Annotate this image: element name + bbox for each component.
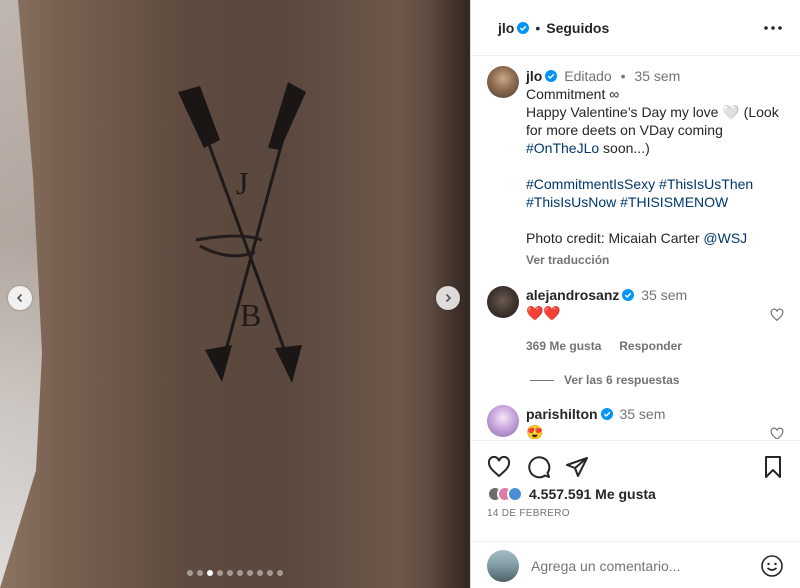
caption-body: jlo Editado • 35 sem Commitment ∞ Happy … xyxy=(526,66,784,269)
caption-line: Happy Valentine’s Day my love 🤍 (Look fo… xyxy=(526,104,779,138)
comment-age: 35 sem xyxy=(641,287,688,303)
carousel-indicator xyxy=(0,570,470,576)
liker-avatar xyxy=(507,486,523,502)
comment-input[interactable] xyxy=(531,557,760,574)
emoji-icon[interactable] xyxy=(760,554,784,578)
translate-link[interactable]: Ver traducción xyxy=(526,251,784,269)
view-replies-button[interactable]: Ver las 6 respuestas xyxy=(530,371,770,389)
likes-summary[interactable]: 4.557.591 Me gusta xyxy=(487,486,656,502)
comment-text: ❤️❤️ xyxy=(526,305,561,321)
commenter-username[interactable]: parishilton xyxy=(526,406,598,422)
tattoo-letter-b: B xyxy=(240,297,261,333)
post-age: 35 sem xyxy=(634,68,681,84)
comment-age: 35 sem xyxy=(619,406,666,422)
hashtags-line[interactable]: #CommitmentIsSexy #ThisIsUsThen xyxy=(526,175,784,193)
caption: jlo Editado • 35 sem Commitment ∞ Happy … xyxy=(471,66,800,269)
add-comment-bar xyxy=(471,541,800,588)
commenter-avatar[interactable] xyxy=(487,405,519,437)
share-button[interactable] xyxy=(565,455,589,482)
verified-badge-icon xyxy=(545,70,558,82)
credit-text: Photo credit: Micaiah Carter xyxy=(526,230,704,246)
hashtags-line[interactable]: #ThisIsUsNow #THISISMENOW xyxy=(526,193,784,211)
author-avatar[interactable] xyxy=(487,66,519,98)
view-replies-label: Ver las 6 respuestas xyxy=(564,373,680,387)
likes-count[interactable]: 4.557.591 Me gusta xyxy=(529,486,656,502)
next-slide-button[interactable] xyxy=(436,286,460,310)
arrows-tattoo: J B xyxy=(178,82,306,383)
hashtag-link[interactable]: #OnTheJLo xyxy=(526,140,599,156)
comment-item: alejandrosanz 35 sem ❤️❤️ 369 Me gusta R… xyxy=(471,286,800,389)
current-user-avatar xyxy=(487,549,519,582)
like-button[interactable] xyxy=(487,455,511,482)
comment-text: 😍 xyxy=(526,424,544,439)
comment-button[interactable] xyxy=(527,455,551,482)
verified-badge-icon xyxy=(600,408,613,420)
comment-body: parishilton 35 sem 😍 xyxy=(526,405,770,439)
post-image: J B xyxy=(0,0,470,588)
comment-likes[interactable]: 369 Me gusta xyxy=(526,339,601,353)
post-actions: 4.557.591 Me gusta 14 DE FEBRERO xyxy=(471,440,800,588)
comment-icon xyxy=(528,456,551,479)
comment-body: alejandrosanz 35 sem ❤️❤️ 369 Me gusta R… xyxy=(526,286,770,389)
commenter-username[interactable]: alejandrosanz xyxy=(526,287,619,303)
verified-badge-icon xyxy=(622,289,635,301)
comments-area[interactable]: jlo Editado • 35 sem Commitment ∞ Happy … xyxy=(471,57,800,439)
reply-button[interactable]: Responder xyxy=(619,339,682,353)
comment-item: parishilton 35 sem 😍 xyxy=(471,405,800,439)
carousel-dot xyxy=(197,570,203,576)
post-header: jlo • Seguidos xyxy=(471,0,800,56)
more-options-button[interactable] xyxy=(762,17,784,39)
caption-line-end: soon...) xyxy=(599,140,650,156)
mention-link[interactable]: @WSJ xyxy=(703,230,747,246)
separator-dot: • xyxy=(535,19,541,36)
tattoo-letter-j: J xyxy=(236,165,248,201)
caption-title: Commitment ∞ xyxy=(526,86,620,102)
carousel-dot xyxy=(277,570,283,576)
send-icon xyxy=(566,457,588,477)
carousel-dot xyxy=(257,570,263,576)
carousel-dot xyxy=(187,570,193,576)
author-username[interactable]: jlo xyxy=(498,20,514,36)
post-sidebar: jlo • Seguidos jlo Editado • 35 sem Comm… xyxy=(470,0,800,588)
follow-status-button[interactable]: Seguidos xyxy=(546,20,609,36)
save-button[interactable] xyxy=(761,455,785,482)
caption-username[interactable]: jlo xyxy=(526,68,542,84)
carousel-dot xyxy=(227,570,233,576)
more-dots-icon xyxy=(764,25,782,30)
edited-label: Editado xyxy=(564,68,612,84)
carousel-dot xyxy=(237,570,243,576)
like-comment-icon[interactable] xyxy=(770,427,784,439)
separator-dot: • xyxy=(620,68,626,84)
like-comment-icon[interactable] xyxy=(770,308,784,322)
previous-slide-button[interactable] xyxy=(8,286,32,310)
heart-icon xyxy=(487,455,511,478)
chevron-left-icon xyxy=(16,293,23,303)
carousel-dot xyxy=(217,570,223,576)
post-date[interactable]: 14 DE FEBRERO xyxy=(487,508,570,519)
carousel-dot xyxy=(207,570,213,576)
carousel-dot xyxy=(267,570,273,576)
commenter-avatar[interactable] xyxy=(487,286,519,318)
bookmark-icon xyxy=(765,456,781,478)
caption-text: Happy Valentine’s Day my love 🤍 (Look fo… xyxy=(526,103,784,157)
photo-credit: Photo credit: Micaiah Carter @WSJ xyxy=(526,229,784,247)
chevron-right-icon xyxy=(445,293,452,303)
carousel-dot xyxy=(247,570,253,576)
replies-line xyxy=(530,379,554,381)
verified-badge-icon xyxy=(517,21,530,34)
